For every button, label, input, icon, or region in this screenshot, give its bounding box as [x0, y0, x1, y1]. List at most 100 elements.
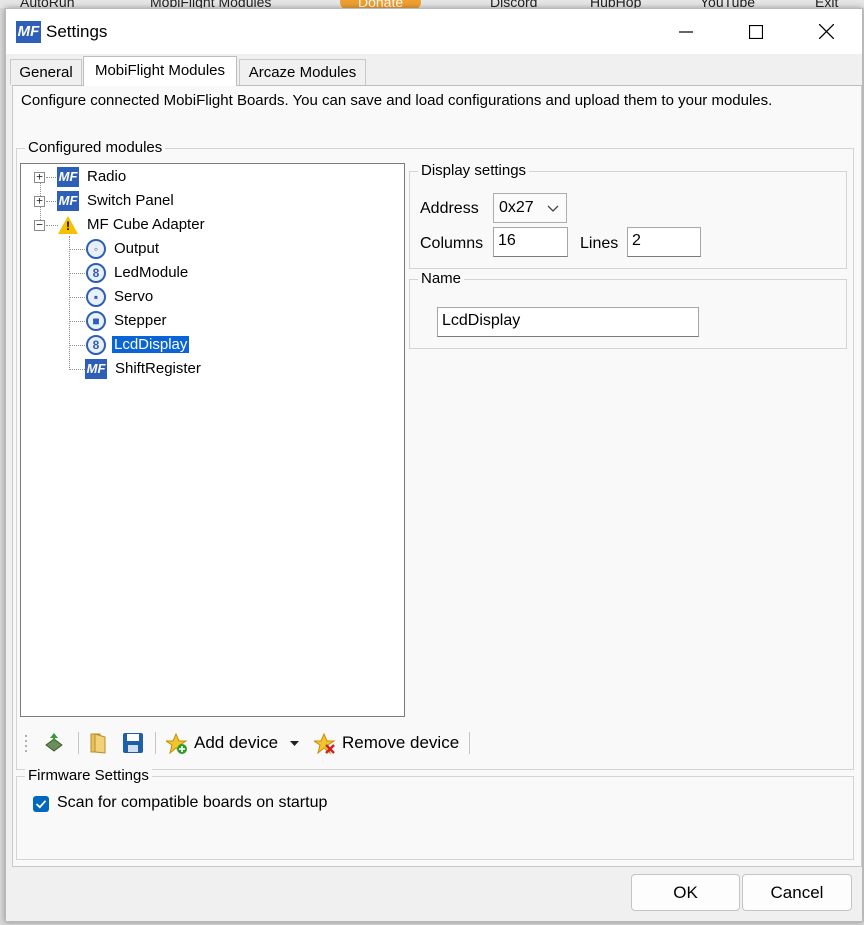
mf-board-icon: MF	[57, 191, 79, 211]
expand-icon[interactable]: +	[34, 171, 45, 183]
tree-line	[69, 345, 85, 346]
mf-board-icon: MF	[57, 167, 79, 187]
minimize-button[interactable]	[652, 9, 720, 54]
folder-icon	[90, 733, 106, 754]
tree-node-label: Switch Panel	[87, 192, 174, 209]
tree-node-servo[interactable]: Servo	[114, 286, 153, 308]
add-device-label: Add device	[194, 733, 279, 752]
tree-node-stepper[interactable]: Stepper	[114, 310, 167, 332]
scan-boards-checkbox[interactable]	[33, 796, 49, 812]
toolbar-separator	[155, 732, 156, 754]
maximize-icon	[749, 24, 763, 39]
tree-node-label: Radio	[87, 168, 127, 185]
lines-field[interactable]: 2	[627, 227, 701, 257]
title-bar: MF Settings	[6, 9, 862, 54]
tree-node-label: Servo	[114, 288, 154, 305]
tree-node-label: Output	[114, 240, 160, 257]
device-name-field[interactable]: LcdDisplay	[437, 307, 699, 337]
tab-strip: General MobiFlight Modules Arcaze Module…	[6, 54, 862, 86]
page-description: Configure connected MobiFlight Boards. Y…	[21, 92, 773, 109]
ledmodule-icon: 8	[86, 263, 106, 283]
bg-tab-discord: Discord	[490, 0, 538, 8]
bg-tab-exit: Exit	[815, 0, 839, 8]
save-config-button[interactable]	[121, 731, 147, 755]
tree-line	[69, 321, 85, 322]
warning-mark: !	[66, 219, 70, 233]
dropdown-arrow-icon	[290, 741, 299, 746]
tree-node-mf-cube-adapter[interactable]: MF Cube Adapter	[87, 214, 205, 236]
cancel-button[interactable]: Cancel	[742, 874, 852, 911]
bg-tab-youtube: YouTube	[700, 0, 756, 8]
tree-node-switch-panel[interactable]: Switch Panel	[87, 190, 174, 212]
add-device-icon	[166, 733, 188, 755]
stepper-icon: ■	[86, 311, 106, 331]
bg-donate-button: Donate	[340, 0, 422, 8]
tree-line	[69, 369, 85, 370]
lines-label: Lines	[580, 235, 619, 252]
add-device-dropdown[interactable]: Add device	[162, 726, 308, 760]
columns-field[interactable]: 16	[493, 227, 568, 257]
upload-firmware-button[interactable]	[42, 731, 68, 755]
tree-node-label: Stepper	[114, 312, 167, 329]
shiftregister-icon: MF	[85, 359, 107, 379]
tree-node-label: ShiftRegister	[115, 360, 201, 377]
tree-node-radio[interactable]: Radio	[87, 166, 126, 188]
tab-mobiflight-modules[interactable]: MobiFlight Modules	[83, 56, 237, 86]
servo-icon: ▪	[86, 287, 106, 307]
bg-tab-hubhop: HubHop	[590, 0, 642, 8]
name-label: Name	[418, 270, 465, 287]
display-settings-group: Display settings Address 0x27 Columns 16…	[409, 162, 847, 269]
window-title: Settings	[46, 22, 108, 41]
lcddisplay-icon: 8	[86, 335, 106, 355]
tree-line	[69, 273, 85, 274]
address-select[interactable]: 0x27	[493, 193, 567, 223]
tree-node-ledmodule[interactable]: LedModule	[114, 262, 188, 284]
tree-node-shiftregister[interactable]: ShiftRegister	[115, 358, 201, 380]
name-group: Name LcdDisplay	[409, 270, 847, 349]
tree-node-label: LedModule	[114, 264, 189, 281]
remove-device-button[interactable]: Remove device	[310, 726, 470, 760]
collapse-icon[interactable]: −	[34, 219, 45, 231]
tab-general[interactable]: General	[10, 59, 82, 85]
tree-line	[46, 225, 58, 226]
chevron-down-icon	[547, 205, 559, 212]
firmware-settings-group: Firmware Settings Scan for compatible bo…	[16, 767, 854, 860]
modules-toolbar: Add device Remove device	[20, 726, 850, 760]
tree-node-label: LcdDisplay	[112, 336, 190, 353]
bg-tab-autorun: AutoRun	[20, 0, 75, 8]
settings-dialog: MF Settings General MobiFlight Modules A…	[5, 8, 863, 922]
address-label: Address	[420, 200, 479, 217]
address-value: 0x27	[499, 199, 534, 216]
remove-device-label: Remove device	[342, 733, 460, 752]
close-icon	[818, 24, 834, 39]
minimize-icon	[679, 30, 693, 33]
toolbar-separator	[469, 732, 470, 754]
display-settings-label: Display settings	[418, 162, 530, 179]
tree-line	[69, 249, 85, 250]
tree-node-label: MF Cube Adapter	[87, 216, 205, 233]
toolbar-grip-icon	[25, 735, 27, 752]
tree-node-output[interactable]: Output	[114, 238, 159, 260]
bg-tab-modules: MobiFlight Modules	[150, 0, 272, 8]
output-icon: ◦	[86, 239, 106, 259]
firmware-settings-label: Firmware Settings	[25, 767, 152, 784]
mobiflight-modules-page: Configure connected MobiFlight Boards. Y…	[12, 85, 862, 867]
upload-firmware-icon	[45, 733, 63, 752]
save-icon	[123, 733, 143, 753]
tree-line	[69, 297, 85, 298]
close-button[interactable]	[792, 9, 860, 54]
checkmark-icon	[35, 800, 47, 809]
background-app-tabs: AutoRun MobiFlight Modules Donate Discor…	[0, 0, 864, 8]
expand-icon[interactable]: +	[34, 195, 45, 207]
remove-device-icon	[314, 733, 336, 755]
tree-node-lcddisplay[interactable]: LcdDisplay	[112, 334, 190, 356]
ok-button[interactable]: OK	[631, 874, 740, 911]
configured-modules-label: Configured modules	[25, 139, 166, 156]
open-config-button[interactable]	[86, 731, 112, 755]
columns-label: Columns	[420, 235, 484, 252]
scan-boards-label: Scan for compatible boards on startup	[57, 794, 328, 811]
tab-arcaze-modules[interactable]: Arcaze Modules	[239, 59, 366, 85]
modules-tree[interactable]: + MF Radio + MF Switch Panel − ! MF Cube…	[20, 163, 405, 717]
maximize-button[interactable]	[722, 9, 790, 54]
app-logo-icon: MF	[16, 21, 41, 43]
